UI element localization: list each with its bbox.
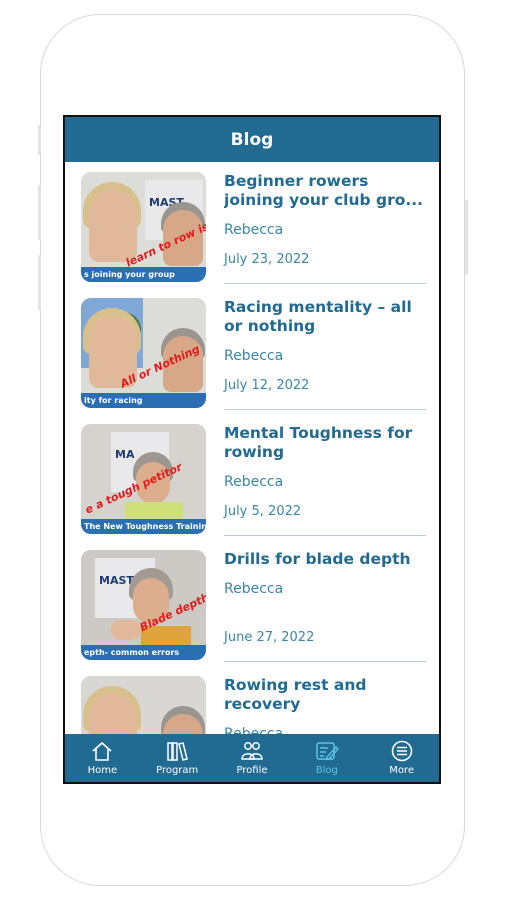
people-icon <box>241 742 263 760</box>
post-date: July 23, 2022 <box>224 252 310 267</box>
page-title: Blog <box>230 129 274 150</box>
tab-blog[interactable]: Blog <box>289 740 364 776</box>
post-title[interactable]: Mental Toughness for rowing <box>224 424 426 462</box>
divider <box>224 535 426 536</box>
post-thumbnail[interactable] <box>81 676 206 736</box>
thumb-caption: ity for racing <box>81 393 206 408</box>
app-screen: Blog MAST learn to row is FUN s joining … <box>63 115 441 784</box>
post-title[interactable]: Drills for blade depth <box>224 550 426 569</box>
divider <box>224 283 426 284</box>
home-icon <box>92 741 112 761</box>
blog-post-item[interactable]: Rowing rest and recovery Rebecca <box>81 676 426 736</box>
blog-post-item[interactable]: All or Nothing ity for racing Racing men… <box>81 298 426 410</box>
phone-side-button <box>38 185 41 240</box>
post-author: Rebecca <box>224 474 284 490</box>
post-thumbnail[interactable]: MA e a tough petitor The New Toughness T… <box>81 424 206 534</box>
books-icon <box>167 742 189 761</box>
post-author: Rebecca <box>224 581 284 597</box>
post-title[interactable]: Beginner rowers joining your club gro... <box>224 172 426 210</box>
thumb-caption: epth- common errors <box>81 645 206 660</box>
blog-post-item[interactable]: MA e a tough petitor The New Toughness T… <box>81 424 426 536</box>
post-date: July 5, 2022 <box>224 504 302 519</box>
tab-home[interactable]: Home <box>65 740 140 776</box>
tab-label: More <box>389 765 414 776</box>
blog-edit-icon <box>316 742 339 761</box>
tab-label: Home <box>87 765 118 776</box>
bottom-tab-bar: Home Program Profile Blog More <box>65 734 439 782</box>
post-thumbnail[interactable]: All or Nothing ity for racing <box>81 298 206 408</box>
phone-side-button <box>38 125 41 155</box>
post-thumbnail[interactable]: MASTER Blade depth epth- common errors <box>81 550 206 660</box>
tab-more[interactable]: More <box>364 740 439 776</box>
tab-program[interactable]: Program <box>140 740 215 776</box>
post-author: Rebecca <box>224 222 284 238</box>
tab-label: Blog <box>315 765 338 776</box>
post-thumbnail[interactable]: MAST learn to row is FUN s joining your … <box>81 172 206 282</box>
post-date: July 12, 2022 <box>224 378 310 393</box>
blog-post-item[interactable]: MASTER Blade depth epth- common errors D… <box>81 550 426 662</box>
post-date: June 27, 2022 <box>224 630 315 645</box>
post-author: Rebecca <box>224 348 284 364</box>
header-bar: Blog <box>65 117 439 162</box>
divider <box>224 409 426 410</box>
post-title[interactable]: Rowing rest and recovery <box>224 676 426 714</box>
blog-post-item[interactable]: MAST learn to row is FUN s joining your … <box>81 172 426 284</box>
divider <box>224 661 426 662</box>
menu-circle-icon <box>391 740 412 762</box>
post-title[interactable]: Racing mentality – all or nothing <box>224 298 426 336</box>
tab-label: Profile <box>236 765 268 776</box>
phone-side-button <box>465 200 468 275</box>
thumb-caption: The New Toughness Training for Sports <box>81 519 206 534</box>
tab-label: Program <box>156 765 199 776</box>
phone-side-button <box>38 255 41 310</box>
tab-profile[interactable]: Profile <box>215 740 290 776</box>
blog-list[interactable]: MAST learn to row is FUN s joining your … <box>65 162 439 736</box>
thumb-caption: s joining your group <box>81 267 206 282</box>
